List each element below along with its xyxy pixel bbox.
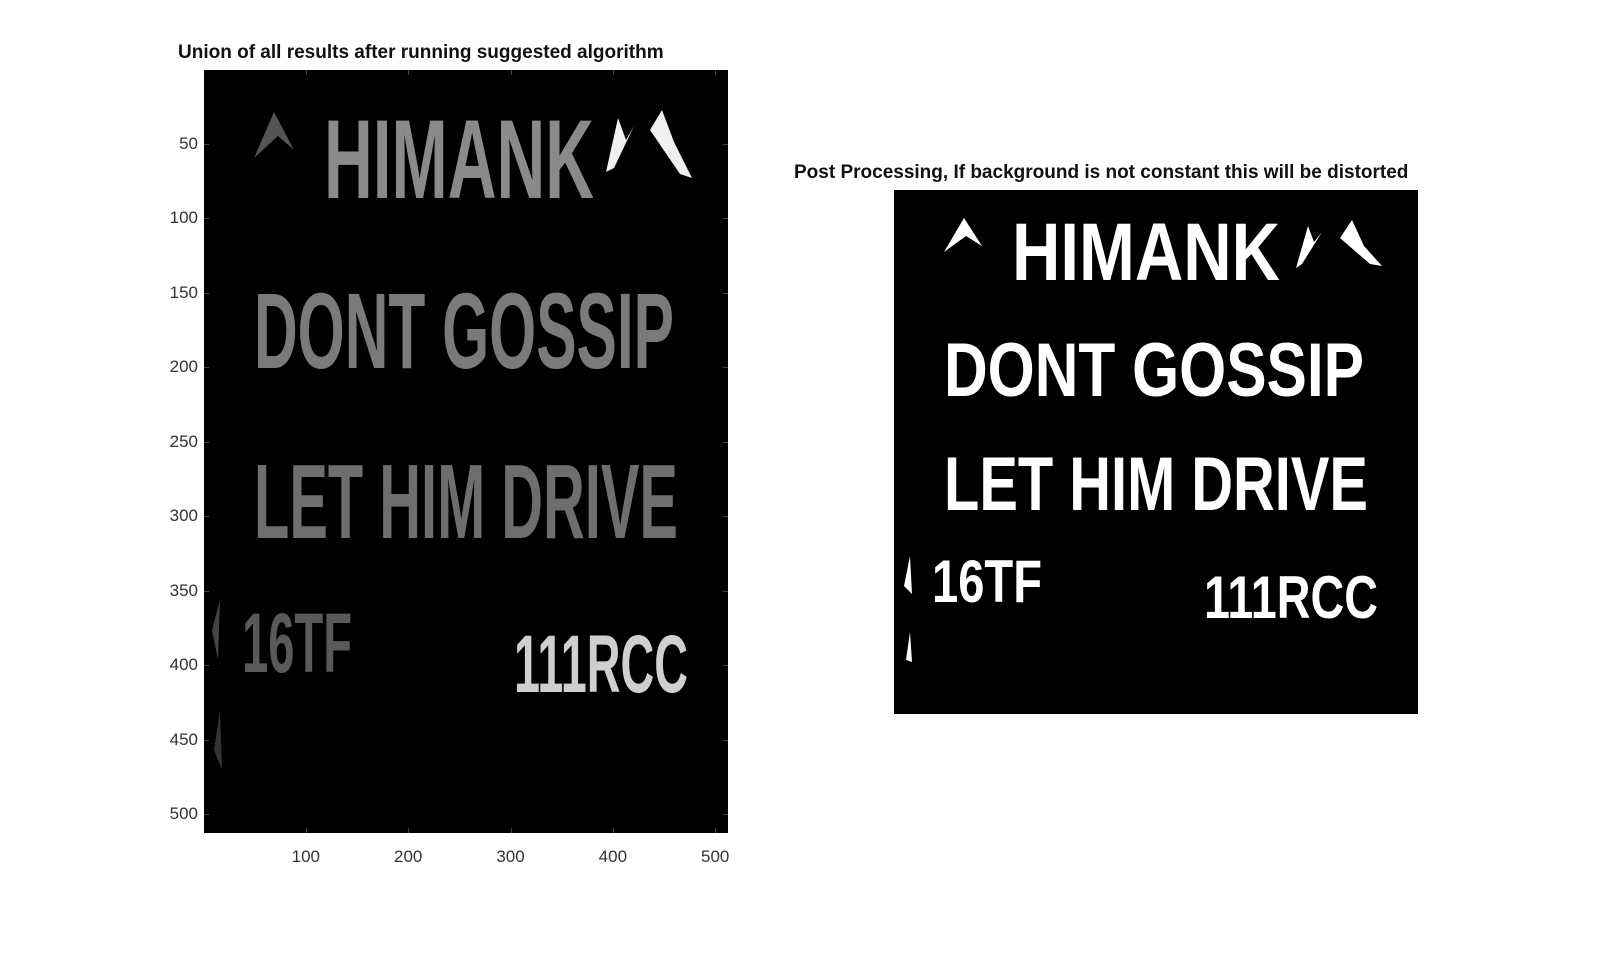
x-tick-mark <box>715 70 717 75</box>
y-tick-label: 450 <box>169 729 198 749</box>
y-tick-mark <box>723 218 728 220</box>
y-tick-mark <box>204 590 209 592</box>
x-tick-label: 200 <box>393 847 423 866</box>
left-peak-mark-1 <box>606 118 634 172</box>
right-line-dont-gossip: DONT GOSSIP <box>944 328 1364 413</box>
y-tick-mark <box>204 292 209 294</box>
x-tick-label: 400 <box>598 847 628 866</box>
right-edge-speck-1 <box>904 556 912 594</box>
right-peak-mark-1 <box>1296 226 1322 268</box>
left-image-title: Union of all results after running sugge… <box>178 42 664 63</box>
left-line-16tf: 16TF <box>242 596 352 690</box>
y-tick-label: 200 <box>169 357 198 377</box>
y-tick-mark <box>723 739 728 741</box>
y-tick-mark <box>204 218 209 220</box>
x-tick-mark <box>510 828 512 833</box>
y-tick-label: 350 <box>169 580 198 600</box>
right-line-111rcc: 111RCC <box>1204 564 1378 631</box>
y-tick-mark <box>204 516 209 518</box>
y-tick-mark <box>204 665 209 667</box>
left-line-let-him-drive: LET HIM DRIVE <box>254 443 678 561</box>
y-tick-mark <box>723 516 728 518</box>
y-tick-mark <box>723 367 728 369</box>
y-tick-label: 100 <box>169 208 198 228</box>
left-line-himank: HIMANK <box>324 97 594 222</box>
x-tick-label: 100 <box>291 847 321 866</box>
x-tick-label: 500 <box>701 847 730 866</box>
x-tick-mark <box>715 828 717 833</box>
right-line-16tf: 16TF <box>932 548 1042 615</box>
y-tick-label: 150 <box>169 282 198 302</box>
y-tick-mark <box>723 590 728 592</box>
y-tick-mark <box>723 292 728 294</box>
y-tick-label: 50 <box>179 133 198 153</box>
x-tick-mark <box>510 70 512 75</box>
y-tick-mark <box>204 367 209 369</box>
x-tick-mark <box>612 70 614 75</box>
y-tick-mark <box>723 665 728 667</box>
right-line-himank: HIMANK <box>1012 207 1280 298</box>
x-tick-mark <box>305 70 307 75</box>
left-edge-speck-1 <box>212 600 220 660</box>
right-image-canvas: HIMANK DONT GOSSIP LET HIM DRIVE 16TF 11… <box>904 207 1382 662</box>
right-line-let-him-drive: LET HIM DRIVE <box>944 442 1368 527</box>
y-tick-label: 250 <box>169 431 198 451</box>
right-arrow-mark <box>944 218 982 252</box>
left-edge-speck-2 <box>214 710 222 770</box>
x-tick-mark <box>408 70 410 75</box>
left-line-111rcc: 111RCC <box>514 619 688 710</box>
y-tick-label: 300 <box>169 506 198 526</box>
right-image-title: Post Processing, If background is not co… <box>794 162 1409 183</box>
y-tick-mark <box>204 441 209 443</box>
x-tick-mark <box>612 828 614 833</box>
left-image-axes: HIMANK DONT GOSSIP LET HIM DRIVE 16TF 11… <box>204 70 728 833</box>
y-tick-mark <box>204 143 209 145</box>
y-tick-mark <box>204 814 209 816</box>
y-tick-label: 500 <box>169 804 198 824</box>
y-tick-label: 400 <box>169 655 198 675</box>
y-tick-mark <box>723 814 728 816</box>
y-tick-mark <box>723 143 728 145</box>
right-image-axes: HIMANK DONT GOSSIP LET HIM DRIVE 16TF 11… <box>894 190 1418 714</box>
right-edge-speck-2 <box>906 632 912 662</box>
left-arrow-mark <box>254 112 294 158</box>
left-peak-mark-2 <box>650 110 692 178</box>
right-peak-mark-2 <box>1340 220 1382 266</box>
y-tick-mark <box>204 739 209 741</box>
x-tick-mark <box>305 828 307 833</box>
y-tick-mark <box>723 441 728 443</box>
x-tick-label: 300 <box>496 847 525 866</box>
left-image-canvas: HIMANK DONT GOSSIP LET HIM DRIVE 16TF 11… <box>212 97 692 770</box>
left-line-dont-gossip: DONT GOSSIP <box>254 270 674 391</box>
x-tick-mark <box>408 828 410 833</box>
